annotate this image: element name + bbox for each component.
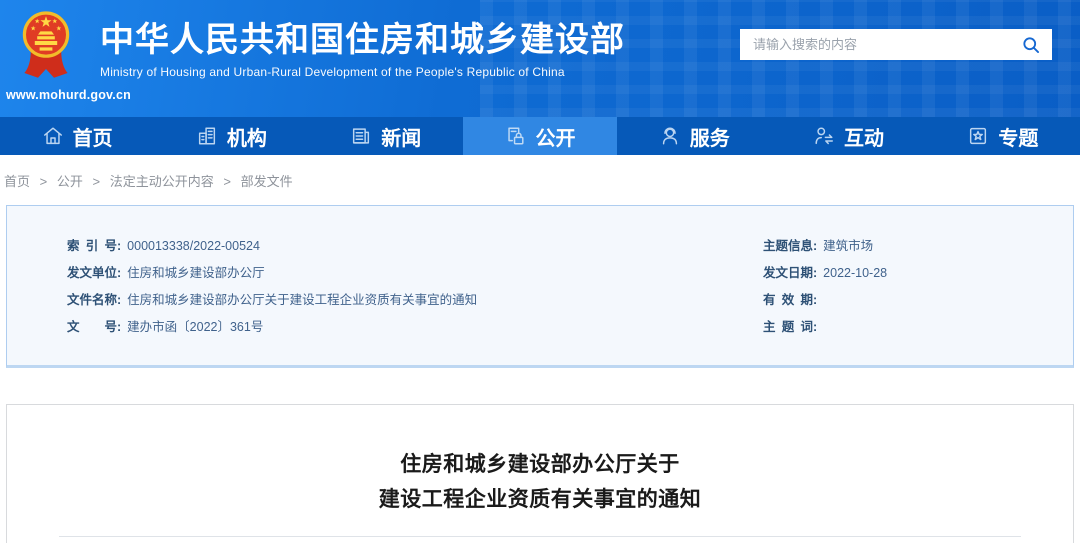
main-nav: 首页 机构 新闻 公开 服务 互动 专题	[0, 117, 1080, 155]
meta-row-topic-info: 主题信息: 建筑市场	[763, 233, 1073, 260]
document-title: 住房和城乡建设部办公厅关于 建设工程企业资质有关事宜的通知	[7, 447, 1073, 517]
meta-label: 索引号	[67, 239, 117, 253]
meta-row-validity-period: 有效期:	[763, 287, 1073, 314]
document-title-line1: 住房和城乡建设部办公厅关于	[400, 453, 680, 476]
topics-icon	[970, 127, 987, 145]
meta-value: 建办市函〔2022〕361号	[127, 320, 264, 334]
nav-item-label: 首页	[72, 127, 113, 150]
meta-value: 000013338/2022-00524	[127, 239, 260, 253]
meta-colon: :	[117, 266, 122, 280]
breadcrumb-disclosure[interactable]: 公开	[57, 174, 83, 189]
breadcrumb-separator: >	[223, 174, 231, 189]
site-header: www.mohurd.gov.cn 中华人民共和国住房和城乡建设部 Minist…	[0, 0, 1080, 117]
meta-row-document-number: 文号: 建办市函〔2022〕361号	[67, 314, 763, 341]
nav-item-disclosure[interactable]: 公开	[462, 117, 618, 155]
meta-label: 发文日期	[763, 266, 814, 280]
nav-item-label: 新闻	[381, 127, 422, 150]
nav-item-label: 服务	[689, 127, 730, 150]
home-icon	[43, 127, 62, 145]
breadcrumb-current: 部发文件	[240, 174, 293, 189]
meta-colon: :	[813, 293, 818, 307]
site-titles: 中华人民共和国住房和城乡建设部 Ministry of Housing and …	[100, 22, 625, 79]
meta-colon: :	[117, 320, 122, 334]
nav-item-topics[interactable]: 专题	[926, 117, 1080, 155]
meta-label: 发文单位	[67, 266, 118, 280]
nav-item-organization[interactable]: 机构	[154, 117, 308, 155]
meta-right-column: 主题信息: 建筑市场 发文日期: 2022-10-28 有效期: 主题词:	[763, 233, 1073, 341]
nav-item-interaction[interactable]: 互动	[771, 117, 925, 155]
nav-item-service[interactable]: 服务	[617, 117, 771, 155]
nav-item-label: 机构	[226, 127, 267, 150]
meta-colon: :	[813, 266, 818, 280]
meta-colon: :	[813, 239, 818, 253]
breadcrumb: 首页 > 公开 > 法定主动公开内容 > 部发文件	[0, 155, 1080, 205]
interaction-icon	[815, 127, 834, 145]
meta-label: 文号	[67, 320, 117, 334]
site-title-cn: 中华人民共和国住房和城乡建设部	[100, 21, 625, 59]
meta-row-issue-date: 发文日期: 2022-10-28	[763, 260, 1073, 287]
breadcrumb-statutory-content[interactable]: 法定主动公开内容	[110, 174, 214, 189]
nav-item-news[interactable]: 新闻	[309, 117, 463, 155]
site-title-en: Ministry of Housing and Urban-Rural Deve…	[100, 65, 565, 79]
organization-icon	[198, 127, 215, 145]
search-button[interactable]	[1010, 29, 1052, 60]
document-body-box: 住房和城乡建设部办公厅关于 建设工程企业资质有关事宜的通知	[6, 404, 1074, 543]
nav-item-label: 专题	[998, 127, 1039, 150]
meta-colon: :	[117, 239, 122, 253]
national-emblem-icon	[22, 11, 70, 78]
meta-row-file-name: 文件名称: 住房和城乡建设部办公厅关于建设工程企业资质有关事宜的通知	[67, 287, 763, 314]
document-title-line2: 建设工程企业资质有关事宜的通知	[378, 488, 702, 511]
search-input[interactable]	[740, 29, 1010, 60]
meta-row-keywords: 主题词:	[763, 314, 1073, 341]
meta-colon: :	[813, 320, 818, 334]
nav-item-label: 互动	[844, 127, 885, 150]
meta-value: 建筑市场	[823, 239, 874, 253]
search-box	[740, 29, 1052, 60]
document-meta-box: 索引号: 000013338/2022-00524 发文单位: 住房和城乡建设部…	[6, 205, 1074, 368]
meta-label: 有效期	[763, 293, 813, 307]
meta-colon: :	[117, 293, 122, 307]
nav-item-home[interactable]: 首页	[0, 117, 154, 155]
meta-value: 住房和城乡建设部办公厅	[127, 266, 265, 280]
disclosure-icon	[508, 127, 525, 145]
search-icon	[1023, 36, 1039, 53]
meta-row-index-number: 索引号: 000013338/2022-00524	[67, 233, 763, 260]
breadcrumb-home[interactable]: 首页	[4, 174, 30, 189]
title-divider	[59, 536, 1021, 537]
breadcrumb-separator: >	[92, 174, 101, 189]
site-url: www.mohurd.gov.cn	[6, 88, 131, 102]
meta-value: 住房和城乡建设部办公厅关于建设工程企业资质有关事宜的通知	[127, 293, 478, 307]
service-icon	[662, 127, 677, 145]
meta-label: 主题信息	[763, 239, 814, 253]
nav-item-label: 公开	[535, 127, 576, 150]
news-icon	[353, 128, 370, 144]
breadcrumb-separator: >	[39, 174, 48, 189]
meta-label: 文件名称	[67, 293, 118, 307]
meta-row-issuing-unit: 发文单位: 住房和城乡建设部办公厅	[67, 260, 763, 287]
meta-label: 主题词	[763, 320, 813, 334]
meta-left-column: 索引号: 000013338/2022-00524 发文单位: 住房和城乡建设部…	[67, 233, 763, 341]
meta-value: 2022-10-28	[823, 266, 888, 280]
